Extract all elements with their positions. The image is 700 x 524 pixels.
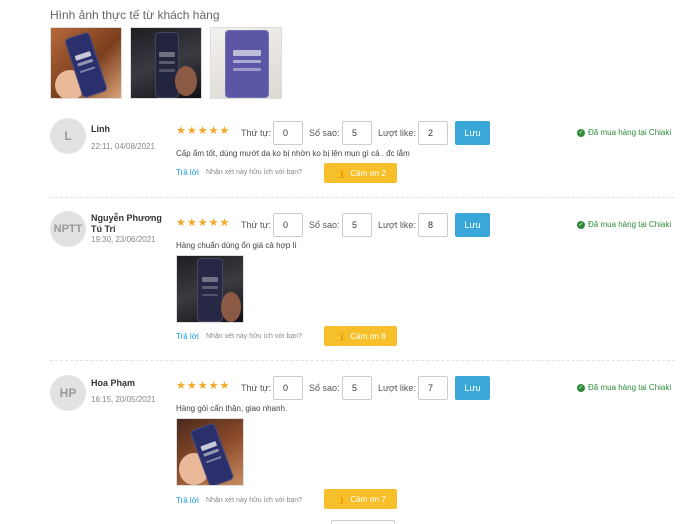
- star-icon: ★: [208, 380, 219, 392]
- stars-label: Số sao:: [309, 128, 340, 138]
- review-content: Hàng chuẩn dùng ổn giá cả hợp lí: [176, 241, 297, 250]
- verified-label: Đã mua hàng tại Chiaki: [588, 383, 672, 392]
- rating-stars: ★ ★ ★ ★ ★: [176, 218, 229, 229]
- avatar: NPTT: [50, 211, 86, 247]
- star-icon: ★: [208, 125, 219, 137]
- rating-stars: ★ ★ ★ ★ ★: [176, 381, 229, 392]
- star-icon: ★: [197, 125, 208, 137]
- star-icon: ★: [176, 380, 186, 392]
- likes-label: Lượt like:: [378, 383, 416, 393]
- customer-photo-gallery: [50, 27, 282, 99]
- thanks-button[interactable]: 👍 Cảm ơn 7: [324, 489, 397, 509]
- likes-input[interactable]: 2: [418, 121, 448, 145]
- review-item: HP Hoa Phạm 16:15, 20/05/2021 ★ ★ ★ ★ ★ Thứ …: [50, 375, 680, 515]
- helpful-question: Nhận xét này hữu ích với bạn?: [206, 169, 303, 176]
- reply-link[interactable]: Trả lời: [176, 332, 199, 341]
- stars-input[interactable]: 5: [342, 376, 372, 400]
- likes-input[interactable]: 8: [418, 213, 448, 237]
- reply-link[interactable]: Trả lời: [176, 168, 199, 177]
- reviewer-name: Linh: [91, 124, 110, 134]
- order-label: Thứ tự:: [241, 128, 272, 138]
- helpful-question: Nhận xét này hữu ích với bạn?: [206, 497, 303, 504]
- verified-purchase: ✓ Đã mua hàng tại Chiaki: [577, 383, 671, 392]
- star-icon: ★: [186, 217, 197, 229]
- review-photo[interactable]: [176, 418, 244, 486]
- gallery-photo[interactable]: [50, 27, 122, 99]
- gallery-photo[interactable]: [130, 27, 202, 99]
- review-date: 22:11, 04/08/2021: [91, 142, 155, 151]
- load-more-button[interactable]: [331, 520, 395, 524]
- order-input[interactable]: 0: [273, 376, 303, 400]
- thanks-label: Cảm ơn 7: [350, 494, 386, 504]
- review-content: Hàng gói cẩn thận, giao nhanh.: [176, 404, 288, 413]
- reply-link[interactable]: Trả lời: [176, 496, 199, 505]
- avatar: L: [50, 118, 86, 154]
- verified-purchase: ✓ Đã mua hàng tại Chiaki: [577, 128, 671, 137]
- reviewer-name: Nguyễn Phương Tú Trí: [91, 213, 162, 234]
- divider: [50, 360, 675, 361]
- star-icon: ★: [176, 125, 186, 137]
- gallery-photo[interactable]: [210, 27, 282, 99]
- review-date: 19:30, 23/06/2021: [91, 235, 156, 244]
- stars-label: Số sao:: [309, 383, 340, 393]
- shield-check-icon: ✓: [577, 128, 585, 137]
- stars-input[interactable]: 5: [342, 121, 372, 145]
- verified-purchase: ✓ Đã mua hàng tại Chiaki: [577, 220, 671, 229]
- likes-input[interactable]: 7: [418, 376, 448, 400]
- thanks-label: Cảm ơn 2: [350, 168, 386, 178]
- star-icon: ★: [176, 217, 186, 229]
- thumbs-up-icon: 👍: [335, 493, 347, 504]
- verified-label: Đã mua hàng tại Chiaki: [588, 220, 672, 229]
- star-icon: ★: [186, 125, 197, 137]
- review-date: 16:15, 20/05/2021: [91, 395, 156, 404]
- star-icon: ★: [219, 125, 230, 137]
- thumbs-up-icon: 👍: [335, 167, 347, 178]
- review-content: Cấp ẩm tốt, dùng mướt da ko bị nhờn ko b…: [176, 149, 410, 158]
- thanks-label: Cảm ơn 8: [350, 331, 386, 341]
- review-item: NPTT Nguyễn Phương Tú Trí 19:30, 23/06/2…: [50, 211, 680, 351]
- avatar: HP: [50, 375, 86, 411]
- save-button[interactable]: Lưu: [455, 213, 490, 237]
- star-icon: ★: [208, 217, 219, 229]
- stars-input[interactable]: 5: [342, 213, 372, 237]
- order-input[interactable]: 0: [273, 213, 303, 237]
- review-photo[interactable]: [176, 255, 244, 323]
- star-icon: ★: [197, 217, 208, 229]
- helpful-question: Nhận xét này hữu ích với bạn?: [206, 333, 303, 340]
- stars-label: Số sao:: [309, 220, 340, 230]
- shield-check-icon: ✓: [577, 220, 585, 229]
- verified-label: Đã mua hàng tại Chiaki: [588, 128, 672, 137]
- save-button[interactable]: Lưu: [455, 376, 490, 400]
- thumbs-up-icon: 👍: [335, 330, 347, 341]
- order-label: Thứ tự:: [241, 220, 272, 230]
- shield-check-icon: ✓: [577, 383, 585, 392]
- star-icon: ★: [219, 380, 230, 392]
- star-icon: ★: [197, 380, 208, 392]
- order-input[interactable]: 0: [273, 121, 303, 145]
- rating-stars: ★ ★ ★ ★ ★: [176, 126, 229, 137]
- star-icon: ★: [219, 217, 230, 229]
- reviewer-name: Hoa Phạm: [91, 378, 136, 388]
- divider: [50, 197, 675, 198]
- thanks-button[interactable]: 👍 Cảm ơn 8: [324, 326, 397, 346]
- star-icon: ★: [186, 380, 197, 392]
- gallery-title: Hình ảnh thực tế từ khách hàng: [50, 8, 220, 22]
- likes-label: Lượt like:: [378, 128, 416, 138]
- review-item: L Linh 22:11, 04/08/2021 ★ ★ ★ ★ ★ Thứ tự: 0…: [50, 118, 680, 198]
- thanks-button[interactable]: 👍 Cảm ơn 2: [324, 163, 397, 183]
- likes-label: Lượt like:: [378, 220, 416, 230]
- order-label: Thứ tự:: [241, 383, 272, 393]
- save-button[interactable]: Lưu: [455, 121, 490, 145]
